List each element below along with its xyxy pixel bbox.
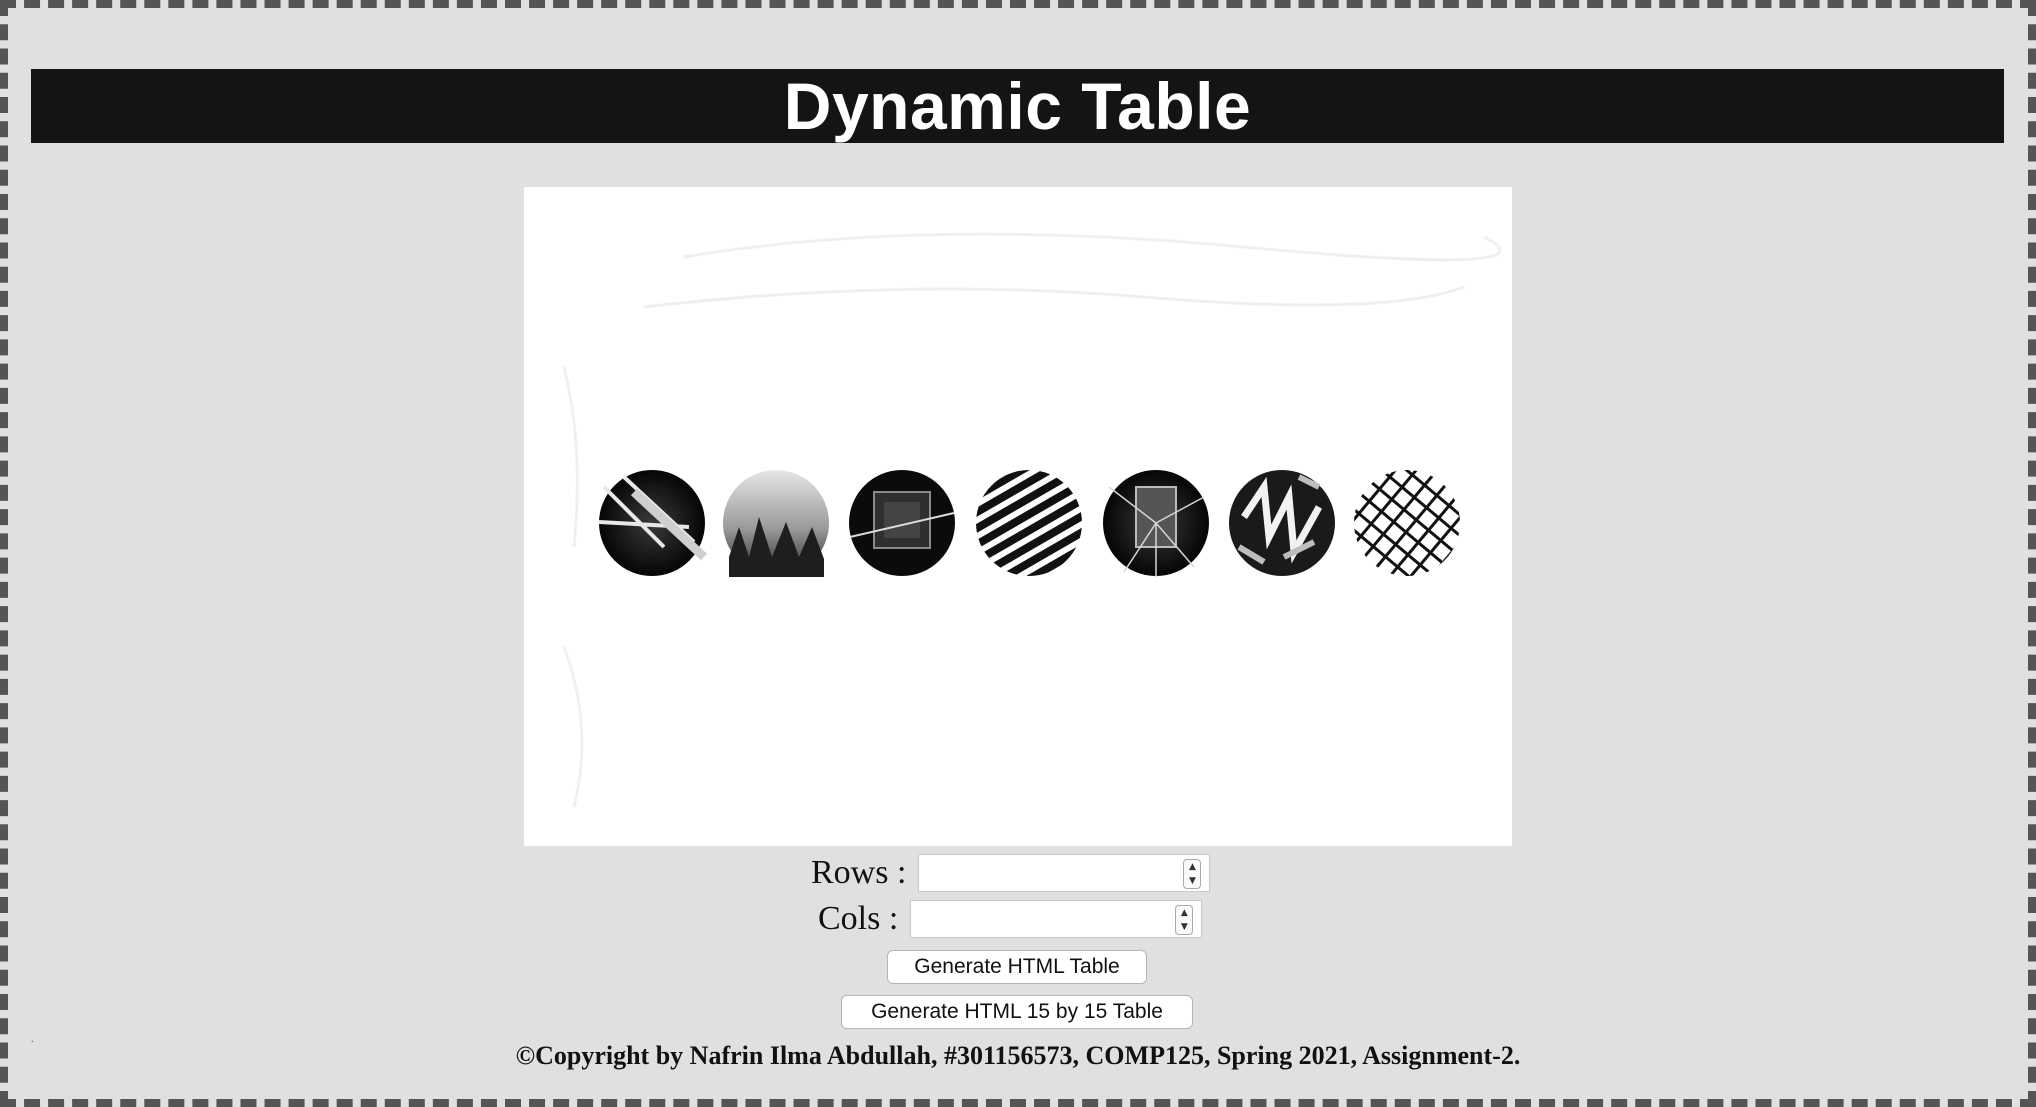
cols-spinner[interactable]: ▲ ▼ — [1175, 905, 1194, 935]
hero-graphic — [562, 232, 1502, 808]
generate-table-button[interactable]: Generate HTML Table — [887, 950, 1147, 984]
generate-15-table-button[interactable]: Generate HTML 15 by 15 Table — [841, 995, 1193, 1029]
page-title: Dynamic Table — [783, 69, 1252, 143]
spin-up-icon[interactable]: ▲ — [1181, 908, 1188, 918]
palm-circle — [598, 470, 708, 576]
hero-image — [524, 187, 1512, 846]
page-header: Dynamic Table — [31, 69, 2004, 143]
cols-field-row: Cols : ▲ ▼ — [818, 900, 1203, 943]
window-circle — [849, 470, 955, 576]
glass-circle — [1103, 470, 1209, 577]
spin-up-icon[interactable]: ▲ — [1189, 862, 1196, 872]
spin-down-icon[interactable]: ▼ — [1181, 922, 1188, 932]
cols-input-box[interactable]: ▲ ▼ — [910, 900, 1203, 943]
cols-input[interactable] — [911, 906, 1174, 943]
graffiti-circle — [1229, 470, 1335, 576]
rows-input[interactable] — [919, 860, 1182, 897]
rows-spinner[interactable]: ▲ ▼ — [1183, 859, 1202, 889]
rows-field-row: Rows : ▲ ▼ — [811, 854, 1211, 897]
crosshatch-circle — [1354, 470, 1460, 576]
forest-circle — [723, 470, 829, 577]
stripes-circle — [976, 470, 1082, 576]
copyright-footer: ©Copyright by Nafrin Ilma Abdullah, #301… — [515, 1041, 1521, 1070]
rows-label: Rows : — [811, 854, 907, 891]
rows-input-box[interactable]: ▲ ▼ — [918, 854, 1211, 897]
cols-label: Cols : — [818, 900, 899, 937]
spin-down-icon[interactable]: ▼ — [1189, 876, 1196, 886]
